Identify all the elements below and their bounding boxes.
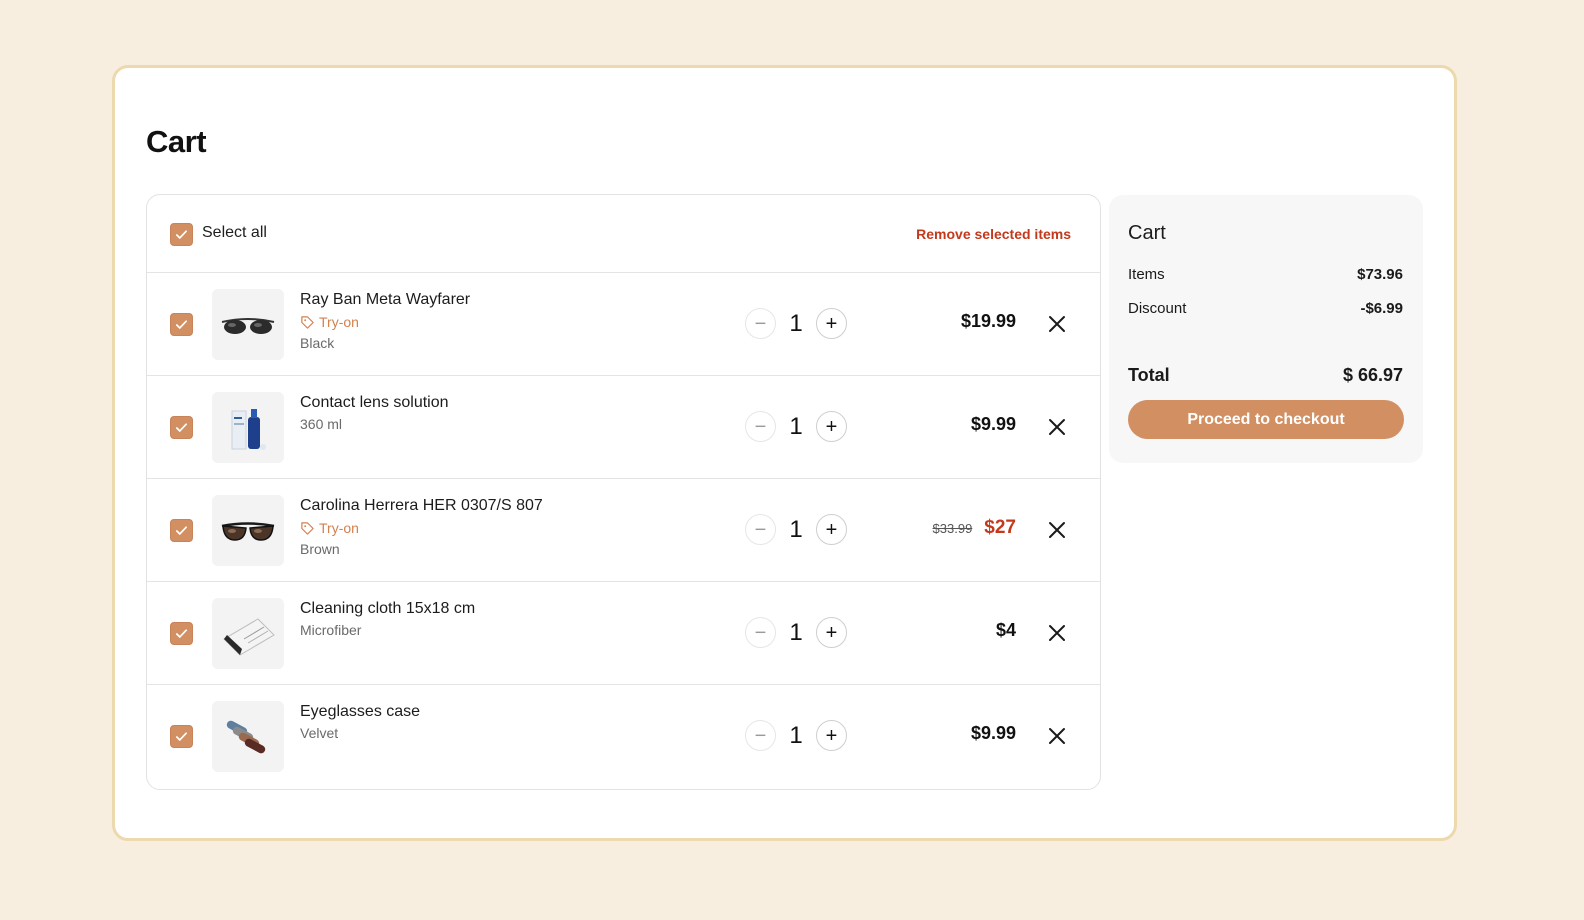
cart-items-list: Select all Remove selected items Ray Ban… (146, 194, 1101, 790)
try-on-tag: Try-on (300, 312, 470, 332)
item-price: $9.99 (971, 414, 1016, 435)
cart-panel: Cart Select all Remove selected items Ra… (112, 65, 1457, 841)
cart-item-row: Carolina Herrera HER 0307/S 807 Try-on B… (147, 479, 1100, 582)
cart-item-row: Ray Ban Meta Wayfarer Try-on Black − 1 +… (147, 273, 1100, 376)
cart-item-row: Contact lens solution 360 ml − 1 + $9.99 (147, 376, 1100, 479)
decrease-quantity-button[interactable]: − (745, 308, 776, 339)
increase-quantity-button[interactable]: + (816, 617, 847, 648)
check-icon (175, 526, 188, 535)
item-price: $19.99 (961, 311, 1016, 332)
product-image-sunglasses-brown (212, 495, 284, 566)
select-all-label: Select all (202, 224, 267, 241)
summary-discount-row: Discount -$6.99 (1128, 300, 1403, 317)
price-value: $19.99 (960, 311, 1016, 331)
item-checkbox[interactable] (170, 416, 193, 439)
sale-price: $27 (984, 517, 1016, 538)
quantity-stepper: − 1 + (745, 308, 847, 339)
items-value: $73.96 (1357, 266, 1403, 283)
proceed-to-checkout-button[interactable]: Proceed to checkout (1128, 400, 1404, 439)
item-variant: 360 ml (300, 416, 343, 432)
original-price: $33.99 (932, 521, 973, 536)
tag-icon (301, 521, 314, 535)
item-name: Contact lens solution (300, 394, 449, 411)
decrease-quantity-button[interactable]: − (745, 617, 776, 648)
tag-icon (301, 315, 314, 329)
select-all-checkbox[interactable] (170, 223, 193, 246)
close-icon[interactable] (1046, 622, 1068, 644)
items-label: Items (1128, 266, 1165, 283)
decrease-quantity-button[interactable]: − (745, 514, 776, 545)
quantity-value: 1 (789, 618, 803, 646)
close-icon[interactable] (1046, 313, 1068, 335)
product-image-velvet-cases (212, 701, 284, 772)
decrease-quantity-button[interactable]: − (745, 720, 776, 751)
page-title: Cart (146, 124, 207, 159)
increase-quantity-button[interactable]: + (816, 308, 847, 339)
increase-quantity-button[interactable]: + (816, 514, 847, 545)
product-image-sunglasses-black (212, 289, 284, 360)
quantity-stepper: − 1 + (745, 617, 847, 648)
tag-label: Try-on (319, 314, 359, 330)
quantity-stepper: − 1 + (745, 411, 847, 442)
quantity-stepper: − 1 + (745, 514, 847, 545)
item-checkbox[interactable] (170, 313, 193, 336)
check-icon (175, 732, 188, 741)
check-icon (175, 230, 188, 239)
item-checkbox[interactable] (170, 725, 193, 748)
item-name: Eyeglasses case (300, 703, 421, 720)
item-checkbox[interactable] (170, 622, 193, 645)
item-name: Cleaning cloth 15x18 cm (300, 600, 476, 617)
try-on-tag: Try-on (300, 518, 543, 538)
item-variant: Black (300, 335, 335, 351)
increase-quantity-button[interactable]: + (816, 411, 847, 442)
item-name: Ray Ban Meta Wayfarer (300, 291, 471, 308)
cart-item-row: Eyeglasses case Velvet − 1 + $9.99 (147, 685, 1100, 788)
price-value: $9.99 (970, 414, 1016, 434)
item-price: $9.99 (971, 723, 1016, 744)
quantity-stepper: − 1 + (745, 720, 847, 751)
item-price: $33.99 $27 (933, 517, 1016, 539)
product-image-lens-solution-bottle (212, 392, 284, 463)
summary-items-row: Items $73.96 (1128, 266, 1403, 283)
close-icon[interactable] (1046, 416, 1068, 438)
tag-label: Try-on (319, 520, 359, 536)
price-value: $9.99 (970, 723, 1016, 743)
check-icon (175, 423, 188, 432)
decrease-quantity-button[interactable]: − (745, 411, 776, 442)
item-variant: Velvet (300, 725, 339, 741)
discount-label: Discount (1128, 300, 1187, 317)
check-icon (175, 629, 188, 638)
check-icon (175, 320, 188, 329)
summary-title: Cart (1128, 222, 1166, 244)
total-value: $ 66.97 (1342, 365, 1403, 385)
quantity-value: 1 (789, 721, 803, 749)
order-summary: Cart Items $73.96 Discount -$6.99 Total … (1109, 195, 1423, 463)
remove-selected-button[interactable]: Remove selected items (916, 226, 1071, 242)
price-value: $4 (995, 620, 1016, 640)
quantity-value: 1 (789, 309, 803, 337)
item-checkbox[interactable] (170, 519, 193, 542)
product-image-cleaning-cloth (212, 598, 284, 669)
item-variant: Microfiber (300, 622, 362, 638)
increase-quantity-button[interactable]: + (816, 720, 847, 751)
quantity-value: 1 (789, 515, 803, 543)
close-icon[interactable] (1046, 519, 1068, 541)
quantity-value: 1 (789, 412, 803, 440)
discount-value: -$6.99 (1360, 300, 1403, 317)
cart-item-row: Cleaning cloth 15x18 cm Microfiber − 1 +… (147, 582, 1100, 685)
summary-total-row: Total $ 66.97 (1128, 365, 1403, 386)
item-variant: Brown (300, 541, 340, 557)
close-icon[interactable] (1046, 725, 1068, 747)
list-header: Select all Remove selected items (147, 195, 1100, 273)
item-name: Carolina Herrera HER 0307/S 807 (300, 497, 543, 514)
item-price: $4 (996, 620, 1016, 641)
total-label: Total (1128, 365, 1170, 385)
